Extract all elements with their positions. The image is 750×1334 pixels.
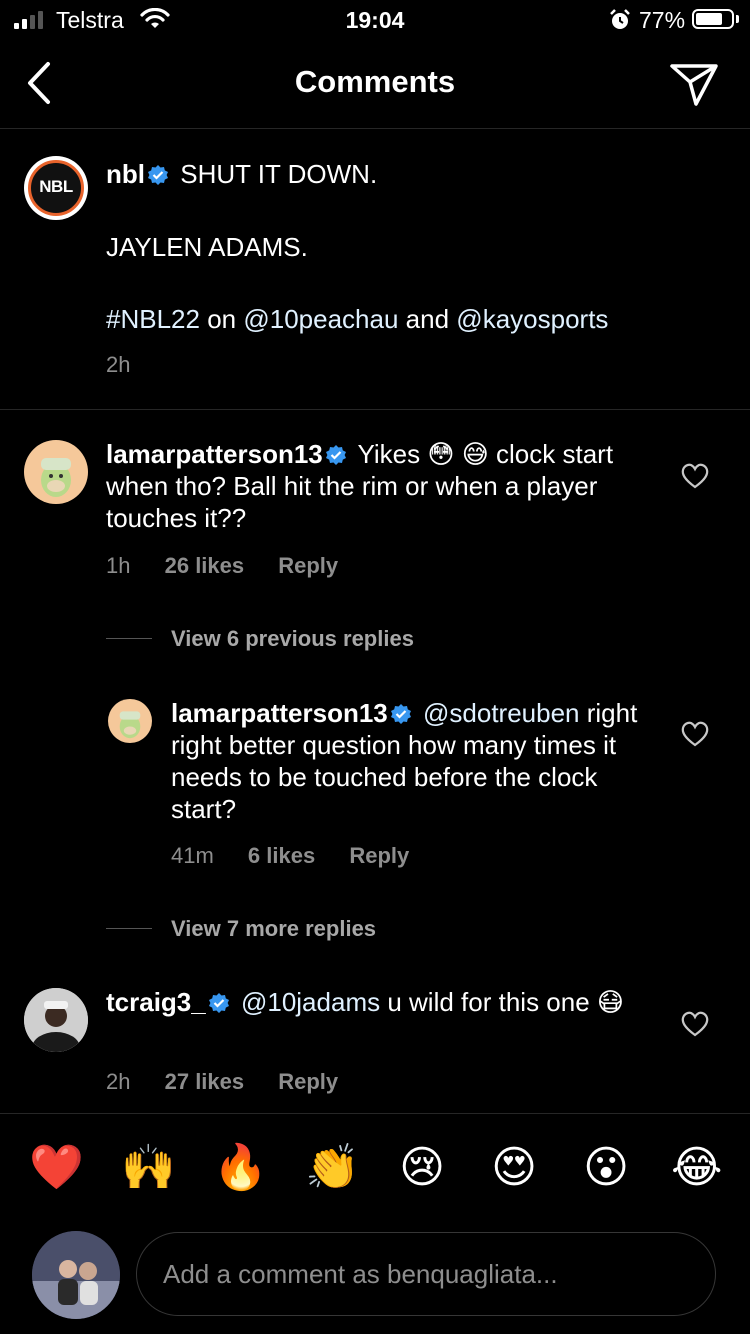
comment-time: 1h	[106, 553, 131, 578]
person-avatar-icon	[24, 988, 88, 1052]
comment-time: 2h	[106, 1069, 131, 1094]
reply-meta: 41m 6 likes Reply	[171, 843, 409, 869]
reply-body: lamarpatterson13 @sdotreuben right right…	[171, 697, 646, 825]
like-heart-icon[interactable]	[680, 462, 710, 490]
mention-link[interactable]: @10jadams	[241, 987, 380, 1017]
view-previous-replies-button[interactable]: View 6 previous replies	[171, 626, 414, 652]
user-photo-icon	[32, 1231, 120, 1319]
caption-divider	[0, 409, 750, 410]
reply-avatar[interactable]	[108, 699, 152, 743]
commenter-avatar[interactable]	[24, 440, 88, 504]
emoji-cry-button[interactable]: 😢	[397, 1143, 447, 1193]
nbl-logo-text: NBL	[39, 177, 73, 196]
comment-input[interactable]: Add a comment as benquagliata...	[136, 1232, 716, 1316]
direct-send-icon[interactable]	[668, 60, 720, 108]
alarm-icon	[610, 9, 630, 29]
like-heart-icon[interactable]	[680, 720, 710, 748]
comment-username[interactable]: tcraig3_	[106, 987, 206, 1017]
caption-timestamp: 2h	[106, 352, 131, 377]
caption-on-word: on	[207, 304, 237, 334]
emoji-raised-hands-button[interactable]: 🙌	[121, 1143, 176, 1193]
comment-body: lamarpatterson13 Yikes 😳 😅 clock start w…	[106, 438, 654, 534]
caption-line-2: JAYLEN ADAMS.	[106, 232, 308, 262]
verified-badge-icon	[148, 165, 168, 185]
compose-divider	[0, 1113, 750, 1114]
reply-button[interactable]: Reply	[278, 1069, 338, 1094]
mention-link[interactable]: @10peachau	[243, 304, 398, 334]
clock-time: 19:04	[345, 7, 405, 33]
comment-likes[interactable]: 27 likes	[165, 1069, 245, 1094]
reply-button[interactable]: Reply	[278, 553, 338, 578]
caption-text: nbl SHUT IT DOWN.	[106, 158, 726, 190]
page-title: Comments	[294, 64, 456, 99]
hashtag-link[interactable]: #NBL22	[106, 304, 200, 334]
thread-line	[106, 638, 152, 639]
battery-icon	[692, 9, 734, 29]
status-bar: Telstra 19:04 77%	[0, 0, 750, 40]
emoji-surprised-button[interactable]: 😮	[581, 1143, 631, 1193]
header-divider	[0, 128, 750, 129]
view-more-replies-button[interactable]: View 7 more replies	[171, 916, 376, 942]
comment-body: tcraig3_ @10jadams u wild for this one 😷	[106, 986, 654, 1018]
caption-username[interactable]: nbl	[106, 159, 145, 189]
reply-time: 41m	[171, 843, 214, 868]
commenter-avatar[interactable]	[24, 988, 88, 1052]
comment-username[interactable]: lamarpatterson13	[106, 439, 323, 469]
comment-meta: 2h 27 likes Reply	[106, 1069, 338, 1095]
battery-percent: 77%	[639, 7, 686, 33]
mention-link[interactable]: @kayosports	[456, 304, 608, 334]
emoji-heart-eyes-button[interactable]: 😍	[489, 1143, 539, 1193]
comment-likes[interactable]: 26 likes	[165, 553, 245, 578]
current-user-avatar	[32, 1231, 120, 1319]
battery-cap	[736, 15, 739, 23]
caption-line-1: SHUT IT DOWN.	[180, 159, 378, 189]
emoji-laugh-button[interactable]: 😂	[671, 1143, 722, 1193]
emoji-clap-button[interactable]: 👏	[305, 1143, 360, 1193]
reply-button[interactable]: Reply	[349, 843, 409, 868]
like-heart-icon[interactable]	[680, 1010, 710, 1038]
emoji-fire-button[interactable]: 🔥	[213, 1143, 268, 1193]
nbl-avatar[interactable]: NBL	[24, 156, 88, 220]
verified-badge-icon	[325, 445, 346, 465]
ape-avatar-icon	[41, 458, 71, 497]
mention-link[interactable]: @sdotreuben	[423, 698, 580, 728]
emoji-heart-button[interactable]: ❤️	[29, 1143, 84, 1193]
ape-avatar-icon	[119, 711, 141, 739]
thread-line	[106, 928, 152, 929]
verified-badge-icon	[208, 993, 229, 1013]
reply-username[interactable]: lamarpatterson13	[171, 698, 388, 728]
comment-text: u wild for this one 😷	[387, 987, 624, 1017]
caption-line-3: #NBL22 on @10peachau and @kayosports	[106, 303, 608, 335]
reply-likes[interactable]: 6 likes	[248, 843, 315, 868]
caption-and-word: and	[405, 304, 450, 334]
comment-meta: 1h 26 likes Reply	[106, 553, 338, 579]
verified-badge-icon	[390, 704, 411, 724]
